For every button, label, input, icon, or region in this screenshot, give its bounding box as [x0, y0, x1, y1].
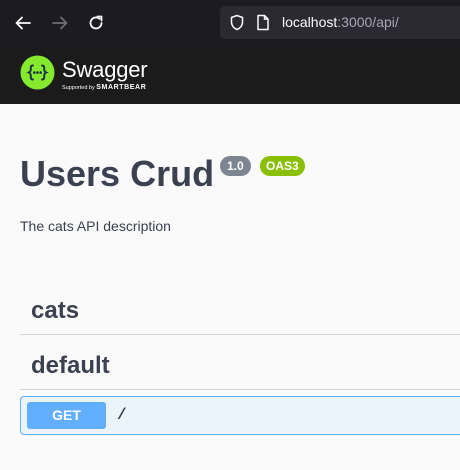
page-icon [256, 14, 270, 36]
swagger-logo-text: Swagger [62, 57, 148, 82]
operation-path: / [117, 406, 127, 424]
browser-toolbar: localhost:3000/api/ [0, 0, 460, 47]
url-bar[interactable]: localhost:3000/api/ [220, 6, 460, 39]
url-host: localhost [282, 14, 338, 30]
forward-arrow-icon[interactable] [49, 12, 71, 34]
supported-by-text: Supported by [62, 85, 97, 91]
tag-name: cats [31, 297, 80, 324]
swagger-logo-icon[interactable] [20, 55, 55, 90]
tag-name: default [31, 352, 110, 379]
tag-section-cats[interactable]: cats [20, 285, 460, 335]
oas-badge: OAS3 [260, 156, 305, 176]
swagger-topbar: Swagger Supported by SMARTBEAR [0, 47, 460, 104]
reload-icon[interactable] [85, 12, 107, 34]
smartbear-text: SMARTBEAR [96, 84, 147, 91]
url-path: :3000/api/ [337, 14, 399, 30]
url-text[interactable]: localhost:3000/api/ [282, 14, 399, 31]
swagger-logo-subtitle: Supported by SMARTBEAR [62, 84, 146, 92]
api-description: The cats API description [20, 218, 171, 234]
tag-section-default[interactable]: default [20, 340, 460, 390]
operation-get-root[interactable]: GET / [20, 396, 460, 435]
shield-icon[interactable] [229, 14, 245, 36]
http-method-badge: GET [27, 402, 106, 429]
page-title: Users Crud [20, 153, 215, 194]
back-arrow-icon[interactable] [12, 12, 34, 34]
version-badge: 1.0 [220, 156, 251, 176]
